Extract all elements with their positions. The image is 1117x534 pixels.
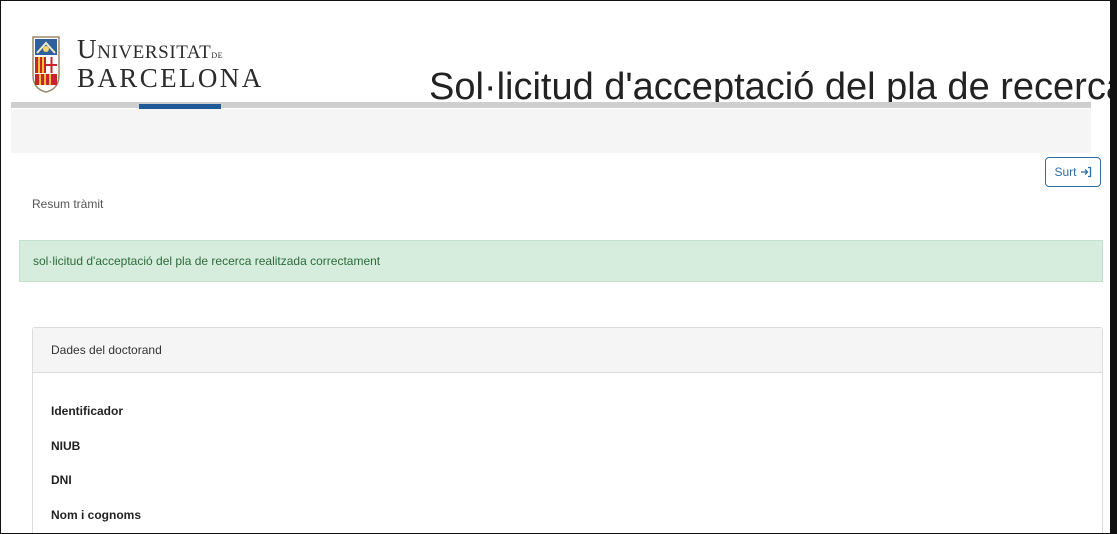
student-data-panel: Dades del doctorand Identificador NIUB D… bbox=[32, 327, 1103, 533]
wordmark-suffix: de bbox=[211, 49, 224, 61]
success-alert-message: sol·licitud d'acceptació del pla de rece… bbox=[33, 254, 381, 268]
site-header: Universitatde BARCELONA Sol·licitud d'ac… bbox=[11, 19, 1116, 108]
university-logo[interactable]: Universitatde BARCELONA bbox=[31, 35, 264, 93]
university-wordmark: Universitatde BARCELONA bbox=[77, 36, 264, 92]
browser-viewport: Universitatde BARCELONA Sol·licitud d'ac… bbox=[0, 0, 1117, 534]
top-gap bbox=[1, 1, 1116, 19]
field-label-identificador: Identificador bbox=[51, 404, 124, 418]
exit-button[interactable]: Surt bbox=[1045, 157, 1101, 187]
field-label-dni: DNI bbox=[51, 473, 72, 487]
field-label-nom-cognoms: Nom i cognoms bbox=[51, 508, 142, 522]
success-alert: sol·licitud d'acceptació del pla de rece… bbox=[19, 240, 1103, 282]
university-shield-icon bbox=[31, 35, 61, 93]
wordmark-line2: BARCELONA bbox=[77, 63, 264, 93]
sub-navigation-bar bbox=[11, 109, 1091, 153]
field-label-niub: NIUB bbox=[51, 439, 81, 453]
sign-out-icon bbox=[1080, 166, 1091, 178]
breadcrumb: Resum tràmit bbox=[32, 197, 104, 211]
panel-title: Dades del doctorand bbox=[51, 343, 162, 357]
exit-button-label: Surt bbox=[1054, 165, 1077, 179]
window-edge bbox=[1110, 1, 1116, 533]
panel-header: Dades del doctorand bbox=[33, 328, 1102, 373]
wordmark-line1: Universitatde bbox=[77, 34, 224, 64]
